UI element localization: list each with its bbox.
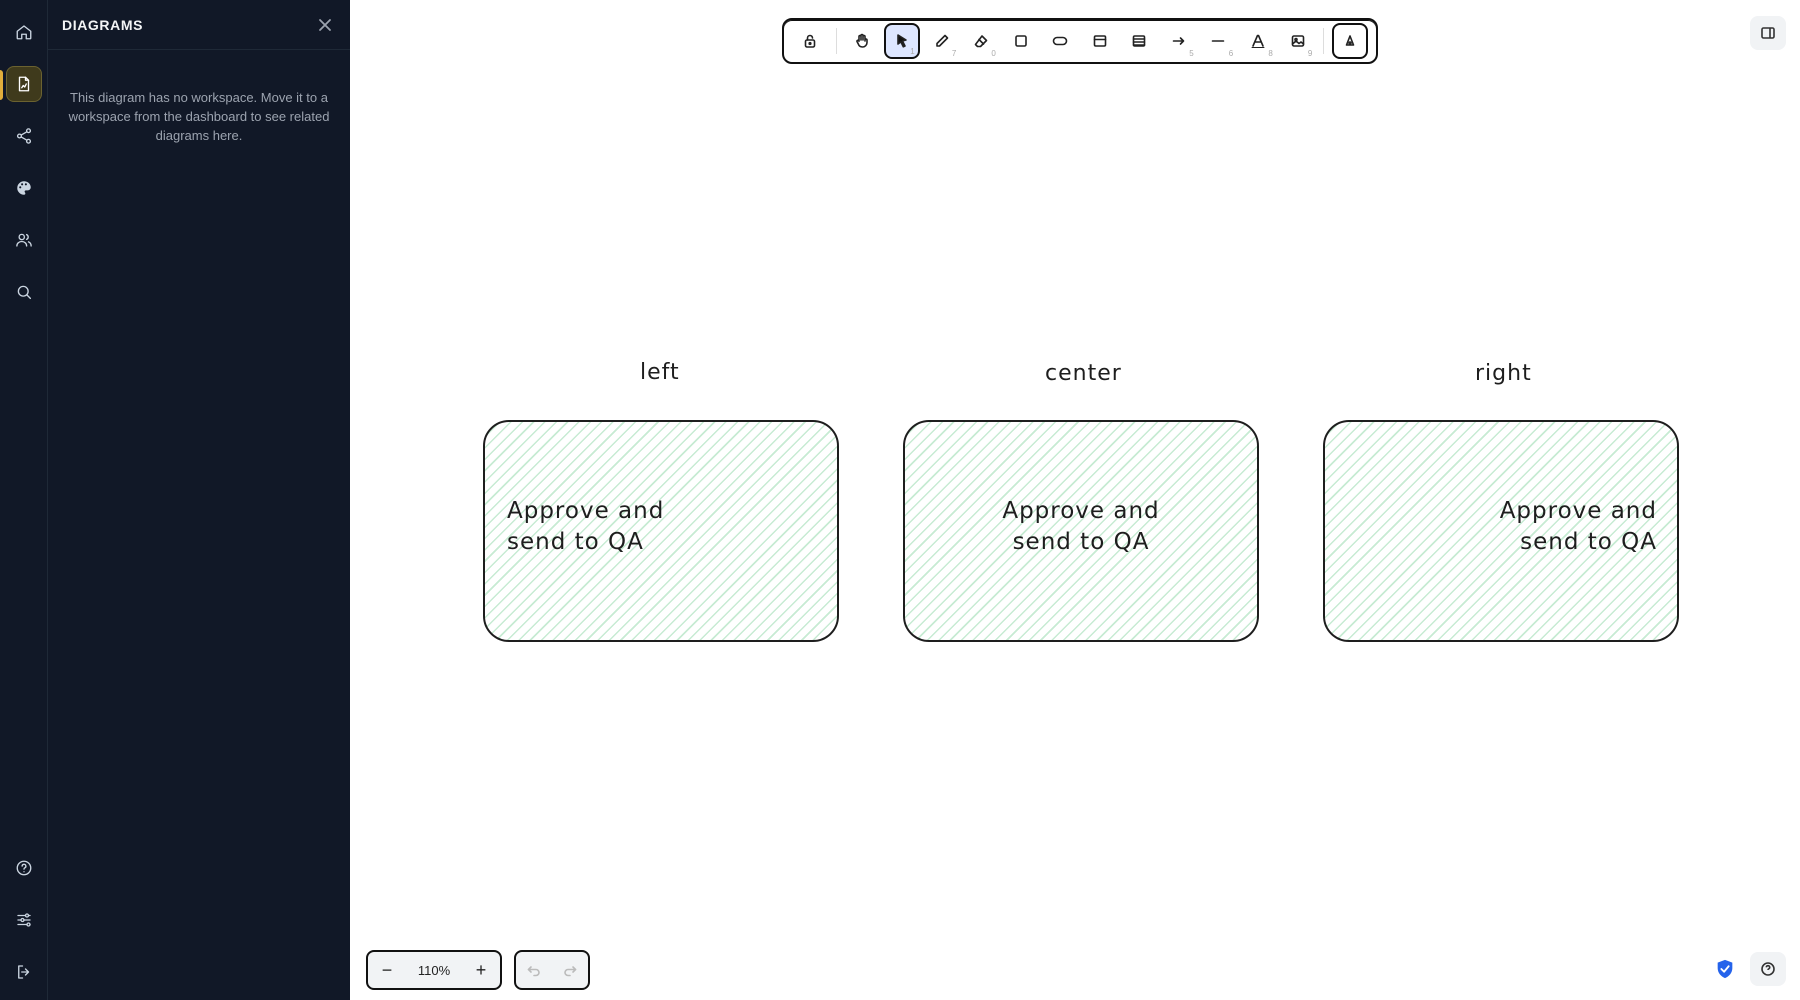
- undo-icon[interactable]: [520, 956, 548, 984]
- hotkey-label: 9: [1307, 49, 1313, 58]
- process-box-right[interactable]: Approve and send to QA: [1323, 420, 1679, 642]
- zoom-level[interactable]: 110%: [418, 963, 450, 978]
- close-icon[interactable]: [314, 14, 336, 36]
- lock-icon[interactable]: [792, 23, 828, 59]
- ellipse-icon[interactable]: [1042, 23, 1078, 59]
- label-right[interactable]: right: [1475, 361, 1532, 386]
- active-indicator: [0, 70, 3, 100]
- zoom-controls: − 110% +: [366, 950, 502, 990]
- process-box-left[interactable]: Approve and send to QA: [483, 420, 839, 642]
- search-icon[interactable]: [6, 274, 42, 310]
- users-icon[interactable]: [6, 222, 42, 258]
- diagrams-panel: DIAGRAMS This diagram has no workspace. …: [48, 0, 350, 1000]
- zoom-out-button[interactable]: −: [372, 955, 402, 985]
- shield-check-icon[interactable]: [1714, 958, 1738, 982]
- text-icon[interactable]: 8: [1240, 23, 1276, 59]
- hotkey-label: 1: [910, 47, 915, 56]
- eraser-icon[interactable]: 0: [963, 23, 999, 59]
- hotkey-label: 5: [1189, 49, 1194, 58]
- label-center[interactable]: center: [1045, 361, 1122, 386]
- toolbar-divider: [835, 28, 837, 54]
- drawing-toolbar: 1 7 0 5 6 8 9: [782, 18, 1378, 64]
- redo-icon[interactable]: [556, 956, 584, 984]
- line-icon[interactable]: 6: [1201, 23, 1237, 59]
- palette-icon[interactable]: [6, 170, 42, 206]
- hand-icon[interactable]: [845, 23, 881, 59]
- hotkey-label: 8: [1268, 49, 1273, 58]
- panel-title: DIAGRAMS: [62, 16, 144, 33]
- image-icon[interactable]: 9: [1280, 23, 1316, 59]
- no-workspace-message: This diagram has no workspace. Move it t…: [68, 90, 330, 143]
- hotkey-label: 6: [1228, 49, 1234, 58]
- pencil-icon[interactable]: 7: [924, 23, 960, 59]
- panel-header: DIAGRAMS: [48, 0, 350, 50]
- home-icon[interactable]: [6, 14, 42, 50]
- hotkey-label: 7: [951, 49, 957, 58]
- sliders-icon[interactable]: [6, 902, 42, 938]
- select-arrow-icon[interactable]: 1: [884, 23, 920, 59]
- panel-toggle-icon[interactable]: [1750, 16, 1786, 50]
- diagram-file-icon[interactable]: [6, 66, 42, 102]
- box-text-center: Approve and send to QA: [1002, 498, 1160, 555]
- shapes-library-icon[interactable]: [1332, 23, 1368, 59]
- help-icon[interactable]: [6, 850, 42, 886]
- toolbar-divider: [1323, 28, 1325, 54]
- box-text-left: Approve and send to QA: [507, 498, 665, 555]
- diagram-canvas[interactable]: 1 7 0 5 6 8 9 left center right Approve …: [350, 0, 1800, 1000]
- box-text-right: Approve and send to QA: [1499, 498, 1657, 555]
- share-icon[interactable]: [6, 118, 42, 154]
- label-left[interactable]: left: [640, 360, 680, 385]
- zoom-in-button[interactable]: +: [466, 955, 496, 985]
- table-icon[interactable]: [1122, 23, 1158, 59]
- history-controls: [514, 950, 590, 990]
- help-icon[interactable]: [1750, 952, 1786, 986]
- process-box-center[interactable]: Approve and send to QA: [903, 420, 1259, 642]
- hotkey-label: 0: [991, 49, 996, 58]
- icon-rail: [0, 0, 48, 1000]
- logout-icon[interactable]: [6, 954, 42, 990]
- arrow-icon[interactable]: 5: [1161, 23, 1197, 59]
- card-icon[interactable]: [1082, 23, 1118, 59]
- rectangle-icon[interactable]: [1003, 23, 1039, 59]
